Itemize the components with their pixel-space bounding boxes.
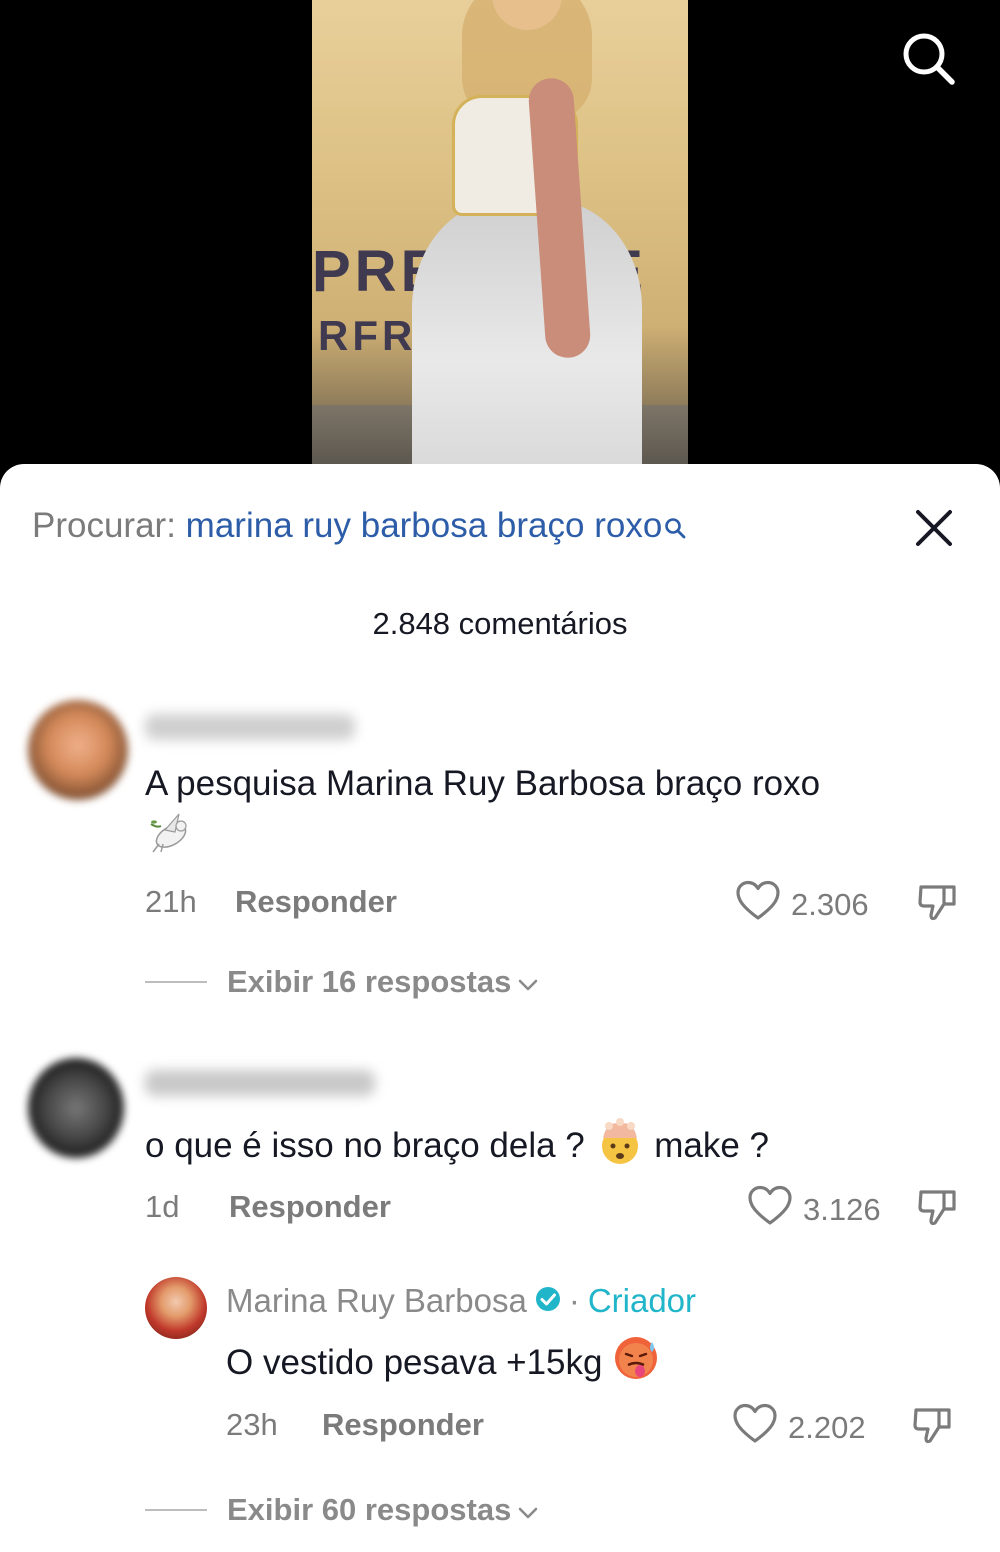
figure-skirt (412, 200, 642, 464)
search-small-icon (664, 506, 686, 550)
like-button[interactable]: 2.306 (735, 880, 869, 930)
dislike-icon[interactable] (916, 880, 960, 924)
reply-text: O vestido pesava +15kg (226, 1334, 660, 1395)
like-count: 3.126 (803, 1192, 881, 1227)
search-icon[interactable] (900, 30, 956, 86)
reply-time: 23h (226, 1407, 278, 1442)
like-button[interactable]: 2.202 (732, 1403, 866, 1453)
reply-button[interactable]: Responder (229, 1189, 391, 1225)
dislike-icon[interactable] (916, 1185, 960, 1229)
dove-icon (145, 810, 193, 863)
separator-dot: · (568, 1282, 580, 1319)
comment-text: A pesquisa Marina Ruy Barbosa braço roxo (145, 764, 821, 803)
comment-text-part1: o que é isso no braço dela ? (145, 1125, 585, 1165)
verified-badge-icon (535, 1282, 561, 1320)
exploding-head-icon (595, 1116, 645, 1179)
reply-author-row: Marina Ruy Barbosa · Criador (226, 1282, 696, 1320)
heart-icon (732, 1403, 788, 1453)
creator-tag: Criador (587, 1282, 697, 1319)
search-query-link[interactable]: marina ruy barbosa braço roxo (186, 506, 663, 545)
heart-icon (735, 880, 791, 930)
hot-face-icon (612, 1334, 660, 1395)
like-count: 2.306 (791, 887, 869, 922)
view-replies-button[interactable]: Exibir 60 respostas (145, 1492, 539, 1528)
avatar[interactable] (28, 700, 128, 800)
comments-sheet: Procurar: marina ruy barbosa braço roxo … (0, 464, 1000, 1552)
creator-avatar[interactable] (145, 1277, 207, 1339)
comment-count: 2.848 comentários (372, 606, 628, 641)
divider (145, 981, 207, 983)
like-button[interactable]: 3.126 (747, 1185, 881, 1235)
like-count: 2.202 (788, 1410, 866, 1445)
view-replies-label: Exibir 60 respostas (227, 1492, 512, 1527)
chevron-down-icon (511, 964, 539, 1000)
video-player[interactable]: PREMIERE RFRA (0, 0, 1000, 470)
search-suggestion[interactable]: Procurar: marina ruy barbosa braço roxo (32, 504, 686, 550)
username-blurred[interactable] (145, 1070, 375, 1096)
username-blurred[interactable] (145, 714, 355, 740)
reply-author-name[interactable]: Marina Ruy Barbosa (226, 1282, 527, 1320)
avatar[interactable] (28, 1058, 124, 1158)
comment-text: o que é isso no braço dela ? make ? (145, 1116, 769, 1179)
comment-text-part2: make ? (654, 1125, 770, 1165)
search-prefix: Procurar: (32, 506, 176, 545)
heart-icon (747, 1185, 803, 1235)
reply-text-content: O vestido pesava +15kg (226, 1342, 603, 1382)
view-replies-button[interactable]: Exibir 16 respostas (145, 964, 539, 1000)
video-frame: PREMIERE RFRA (312, 0, 688, 464)
view-replies-label: Exibir 16 respostas (227, 964, 512, 999)
chevron-down-icon (511, 1492, 539, 1528)
comment-time: 1d (145, 1189, 180, 1224)
divider (145, 1509, 207, 1511)
dislike-icon[interactable] (911, 1403, 955, 1447)
comment-time: 21h (145, 884, 197, 919)
reply-button[interactable]: Responder (235, 884, 397, 920)
close-icon[interactable] (912, 506, 956, 550)
reply-button[interactable]: Responder (322, 1407, 484, 1443)
